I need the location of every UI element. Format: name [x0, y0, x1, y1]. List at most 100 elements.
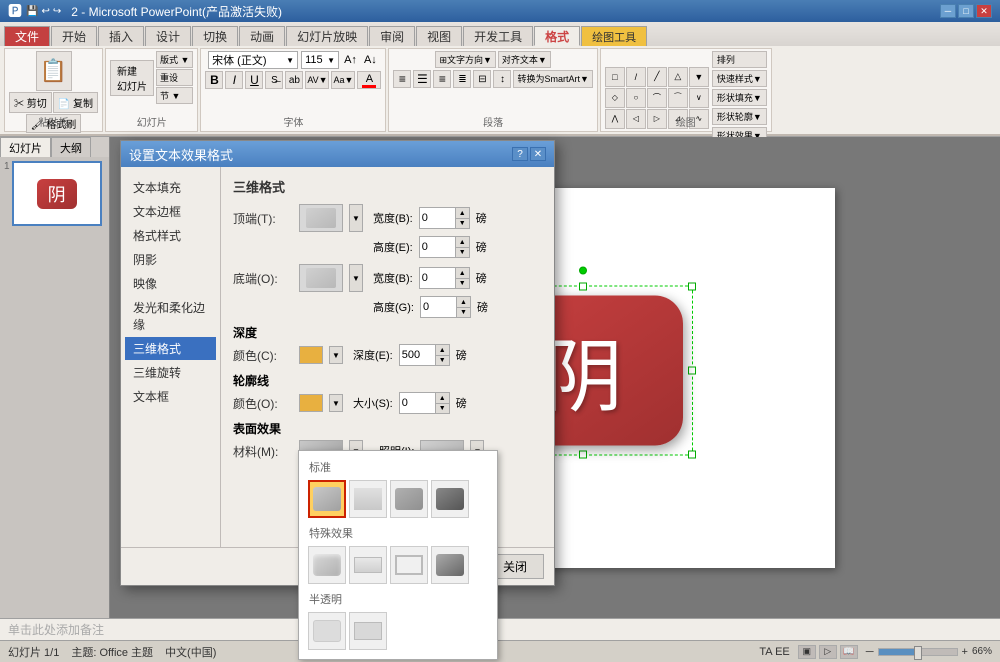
view-slideshow[interactable]: ▷ — [819, 645, 837, 659]
depth-color-dropdown[interactable]: ▼ — [329, 346, 343, 364]
contour-color-btn[interactable] — [299, 394, 323, 412]
quick-access[interactable]: 💾↩↪ — [26, 6, 61, 17]
shape-arrow[interactable]: ╱ — [647, 67, 667, 87]
top-height-down[interactable]: ▼ — [455, 247, 469, 257]
reset-button[interactable]: 重设 — [156, 69, 193, 86]
tab-file[interactable]: 文件 — [4, 26, 50, 46]
slide-thumbnail[interactable]: 阴 — [12, 161, 102, 226]
material-special-2[interactable] — [349, 546, 387, 584]
column-button[interactable]: ⊟ — [473, 70, 491, 88]
contour-color-dropdown[interactable]: ▼ — [329, 394, 343, 412]
contour-size-input[interactable]: ▲ ▼ — [399, 392, 450, 414]
align-text-button[interactable]: 对齐文本▼ — [498, 51, 551, 68]
tab-view[interactable]: 视图 — [416, 26, 462, 46]
close-button[interactable]: ✕ — [976, 4, 992, 18]
view-normal[interactable]: ▣ — [798, 645, 816, 659]
top-width-down[interactable]: ▼ — [455, 218, 469, 228]
tab-insert[interactable]: 插入 — [98, 26, 144, 46]
material-special-3[interactable] — [390, 546, 428, 584]
handle-tr[interactable] — [688, 282, 696, 290]
handle-mr[interactable] — [688, 366, 696, 374]
top-height-value[interactable] — [420, 237, 455, 257]
material-item-2[interactable] — [349, 480, 387, 518]
font-name-dropdown[interactable]: 宋体 (正文)▼ — [208, 51, 298, 69]
material-special-4[interactable] — [431, 546, 469, 584]
top-height-input[interactable]: ▲ ▼ — [419, 236, 470, 258]
depth-up[interactable]: ▲ — [435, 345, 449, 355]
bottom-width-down[interactable]: ▼ — [455, 278, 469, 288]
char-space-button[interactable]: AV▼ — [305, 71, 329, 89]
shape-more[interactable]: ▼ — [689, 67, 709, 87]
dialog-close-button[interactable]: ✕ — [530, 147, 546, 161]
text-direction-button[interactable]: ⊞文字方向▼ — [435, 51, 495, 68]
bottom-height-down[interactable]: ▼ — [456, 307, 470, 317]
bottom-height-up[interactable]: ▲ — [456, 297, 470, 307]
material-item-1[interactable] — [308, 480, 346, 518]
shape-2[interactable]: ◇ — [605, 88, 625, 108]
sidebar-text-fill[interactable]: 文本填充 — [125, 176, 216, 199]
justify-button[interactable]: ≣ — [453, 70, 471, 88]
tab-home[interactable]: 开始 — [51, 26, 97, 46]
align-center-button[interactable]: ☰ — [413, 70, 431, 88]
bottom-width-input[interactable]: ▲ ▼ — [419, 267, 470, 289]
depth-down[interactable]: ▼ — [435, 355, 449, 365]
section-button[interactable]: 节 ▼ — [156, 87, 193, 104]
handle-tm[interactable] — [579, 282, 587, 290]
material-item-3[interactable] — [390, 480, 428, 518]
top-bevel-preview[interactable] — [299, 204, 343, 232]
tab-slideshow[interactable]: 幻灯片放映 — [286, 26, 368, 46]
tab-animation[interactable]: 动画 — [239, 26, 285, 46]
sidebar-text-border[interactable]: 文本边框 — [125, 200, 216, 223]
top-bevel-dropdown[interactable]: ▼ — [349, 204, 363, 232]
tab-drawing-tools[interactable]: 绘图工具 — [581, 26, 647, 46]
align-left-button[interactable]: ≡ — [393, 70, 411, 88]
shape-4[interactable]: ⌒ — [647, 88, 667, 108]
handle-br[interactable] — [688, 450, 696, 458]
font-size-dropdown[interactable]: 115▼ — [301, 51, 339, 69]
shape-6[interactable]: ∨ — [689, 88, 709, 108]
align-right-button[interactable]: ≡ — [433, 70, 451, 88]
tab-design[interactable]: 设计 — [145, 26, 191, 46]
decrease-font-button[interactable]: A↓ — [362, 53, 379, 67]
handle-rotate[interactable] — [579, 266, 587, 274]
sidebar-3d-rotation[interactable]: 三维旋转 — [125, 361, 216, 384]
tab-developer[interactable]: 开发工具 — [463, 26, 533, 46]
contour-size-up[interactable]: ▲ — [435, 393, 449, 403]
shape-5[interactable]: ⁀ — [668, 88, 688, 108]
bottom-height-input[interactable]: ▲ ▼ — [420, 296, 471, 318]
bottom-bevel-dropdown[interactable]: ▼ — [349, 264, 363, 292]
depth-color-btn[interactable] — [299, 346, 323, 364]
increase-font-button[interactable]: A↑ — [342, 53, 359, 67]
tab-review[interactable]: 审阅 — [369, 26, 415, 46]
zoom-thumb[interactable] — [914, 646, 922, 660]
sidebar-textbox[interactable]: 文本框 — [125, 385, 216, 408]
bottom-height-value[interactable] — [421, 297, 456, 317]
sidebar-3d-format[interactable]: 三维格式 — [125, 337, 216, 360]
zoom-out-button[interactable]: ─ — [866, 646, 874, 658]
sidebar-shadow[interactable]: 阴影 — [125, 248, 216, 271]
shape-fill-button[interactable]: 形状填充▼ — [712, 89, 767, 106]
bottom-width-up[interactable]: ▲ — [455, 268, 469, 278]
contour-size-value[interactable] — [400, 393, 435, 413]
italic-button[interactable]: I — [225, 71, 243, 89]
shape-triangle[interactable]: △ — [668, 67, 688, 87]
paste-button[interactable]: 📋 — [36, 51, 72, 91]
slide-item-1[interactable]: 1 阴 — [4, 161, 105, 226]
maximize-button[interactable]: □ — [958, 4, 974, 18]
material-item-4[interactable] — [431, 480, 469, 518]
zoom-level[interactable]: 66% — [972, 646, 992, 657]
copy-button[interactable]: 📄 复制 — [53, 92, 98, 113]
notes-bar[interactable]: 单击此处添加备注 — [0, 618, 1000, 640]
top-height-up[interactable]: ▲ — [455, 237, 469, 247]
zoom-in-button[interactable]: + — [962, 646, 968, 658]
bold-button[interactable]: B — [205, 71, 223, 89]
minimize-button[interactable]: ─ — [940, 4, 956, 18]
strikethrough-button[interactable]: S̶ — [265, 71, 283, 89]
quick-styles-button[interactable]: 快速样式▼ — [712, 70, 767, 87]
change-case-button[interactable]: Aa▼ — [331, 71, 355, 89]
bottom-bevel-preview[interactable] — [299, 264, 343, 292]
depth-value[interactable] — [400, 345, 435, 365]
sidebar-format-style[interactable]: 格式样式 — [125, 224, 216, 247]
line-spacing-button[interactable]: ↕ — [493, 70, 511, 88]
shadow-button[interactable]: ab — [285, 71, 303, 89]
